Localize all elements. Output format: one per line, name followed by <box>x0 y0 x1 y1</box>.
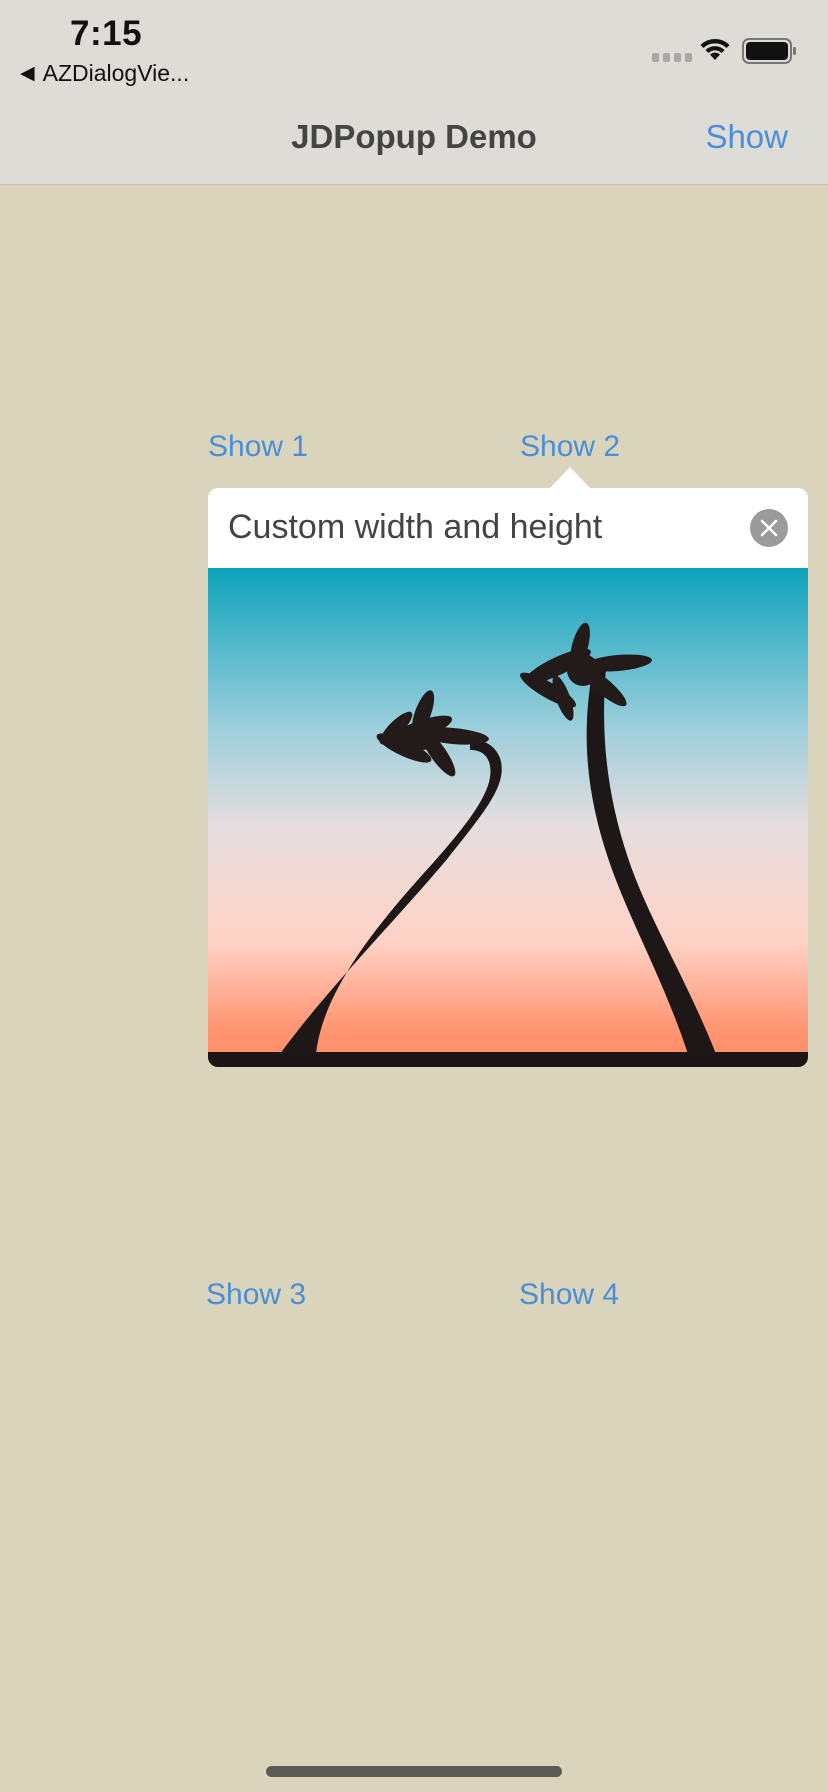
show-1-button[interactable]: Show 1 <box>208 430 308 464</box>
popup-arrow <box>550 467 590 488</box>
show-3-button[interactable]: Show 3 <box>206 1278 306 1312</box>
back-to-app-button[interactable]: ◀ AZDialogVie... <box>20 60 189 87</box>
palm-trees-sunset-photo <box>208 568 808 1067</box>
battery-icon <box>742 38 796 64</box>
close-icon <box>760 519 778 537</box>
nav-show-button[interactable]: Show <box>705 118 788 156</box>
back-app-label: AZDialogVie... <box>42 60 190 86</box>
status-time: 7:15 <box>70 14 143 53</box>
page-title: JDPopup Demo <box>291 118 537 155</box>
show-2-button[interactable]: Show 2 <box>520 430 620 464</box>
back-triangle-icon: ◀ <box>20 63 35 84</box>
popup-title: Custom width and height <box>228 508 603 546</box>
navigation-bar: 7:15 ◀ AZDialogVie... JDPopup Demo Show <box>0 0 828 185</box>
popup-dialog: Custom width and height <box>208 488 808 1067</box>
show-4-button[interactable]: Show 4 <box>519 1278 619 1312</box>
close-button[interactable] <box>750 509 788 547</box>
wifi-icon <box>700 38 730 60</box>
cellular-signal-icon <box>652 53 692 62</box>
home-indicator[interactable] <box>266 1766 562 1777</box>
